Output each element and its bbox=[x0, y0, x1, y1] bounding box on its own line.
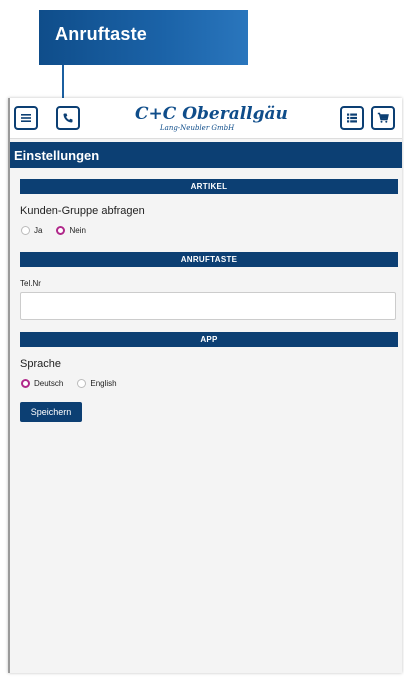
section-header-artikel: ARTIKEL bbox=[20, 179, 398, 194]
company-logo: C+C Oberallgäu Lang-Neubler GmbH bbox=[135, 104, 288, 134]
sprache-label: Sprache bbox=[20, 358, 61, 370]
save-button[interactable]: Speichern bbox=[20, 402, 82, 422]
radio-english[interactable] bbox=[77, 379, 87, 388]
app-screen: C+C Oberallgäu Lang-Neubler GmbH Einstel bbox=[8, 98, 402, 673]
radio-ja[interactable] bbox=[21, 226, 30, 235]
cart-icon bbox=[377, 112, 389, 123]
radio-deutsch-label: Deutsch bbox=[34, 379, 64, 388]
callout-anruftaste: Anruftaste bbox=[39, 10, 248, 65]
radio-english-label: English bbox=[90, 379, 117, 388]
section-header-anruftaste: ANRUFTASTE bbox=[20, 252, 398, 267]
kunden-gruppe-options: Ja Nein bbox=[21, 226, 86, 235]
tel-nr-input[interactable] bbox=[20, 292, 396, 320]
radio-ja-label: Ja bbox=[34, 226, 43, 235]
phone-icon bbox=[63, 113, 73, 123]
radio-nein-label: Nein bbox=[69, 226, 86, 235]
list-button[interactable] bbox=[340, 106, 364, 130]
logo-main-text: C+C Oberallgäu bbox=[135, 104, 288, 124]
kunden-gruppe-label: Kunden-Gruppe abfragen bbox=[20, 205, 145, 217]
section-header-app: APP bbox=[20, 332, 398, 347]
logo-sub-text: Lang-Neubler GmbH bbox=[160, 124, 235, 132]
cart-button[interactable] bbox=[371, 106, 395, 130]
list-icon bbox=[347, 113, 357, 123]
menu-icon bbox=[21, 114, 31, 122]
call-button[interactable] bbox=[56, 106, 80, 130]
sprache-options: Deutsch English bbox=[21, 379, 117, 388]
top-bar: C+C Oberallgäu Lang-Neubler GmbH bbox=[10, 98, 402, 139]
callout-label: Anruftaste bbox=[55, 24, 148, 44]
tel-nr-label: Tel.Nr bbox=[20, 279, 41, 288]
radio-deutsch[interactable] bbox=[21, 379, 30, 388]
page-title-bar: Einstellungen bbox=[10, 142, 402, 168]
callout-pointer-line bbox=[62, 65, 64, 99]
menu-button[interactable] bbox=[14, 106, 38, 130]
page-title: Einstellungen bbox=[14, 148, 100, 163]
radio-nein[interactable] bbox=[56, 226, 66, 235]
